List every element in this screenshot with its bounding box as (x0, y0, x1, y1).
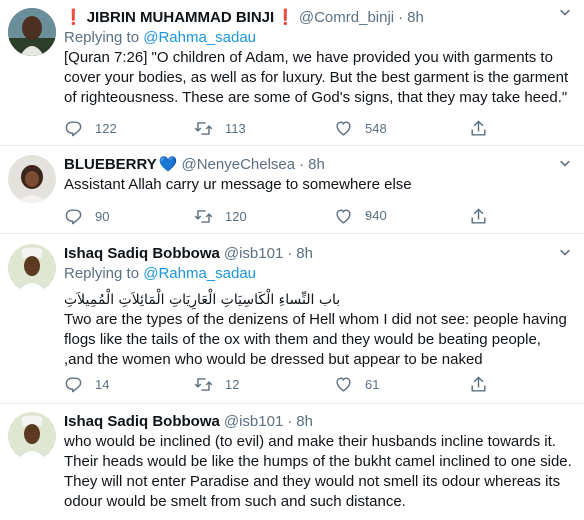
heart-icon (336, 376, 351, 392)
avatar-photo (8, 155, 56, 203)
avatar[interactable] (8, 8, 56, 56)
display-name[interactable]: Ishaq Sadiq Bobbowa (64, 244, 220, 264)
exclamation-icon: ❗ (64, 9, 83, 26)
avatar[interactable] (8, 244, 56, 292)
share-button[interactable] (469, 116, 500, 140)
separator-dot: · (398, 9, 404, 26)
tweet-text-line: ,and the women who would be dressed but … (64, 351, 483, 368)
reply-button[interactable]: 14 (64, 372, 109, 396)
retweet-button[interactable]: 113 (194, 116, 246, 140)
reply-icon (65, 208, 82, 224)
tweet-4[interactable]: Ishaq Sadiq Bobbowa @isb101 · 8h who wou… (0, 404, 584, 520)
separator-dot: · (287, 245, 293, 262)
retweet-button[interactable]: 120 (194, 204, 247, 228)
tweet-text: [Quran 7:26] "O children of Adam, we hav… (64, 48, 574, 108)
avatar[interactable] (8, 155, 56, 203)
tweet-text: who would be inclined (to evil) and make… (64, 432, 574, 512)
timestamp[interactable]: 8h (296, 244, 313, 264)
like-button[interactable]: - 940 (334, 204, 387, 228)
avatar-photo (8, 244, 56, 292)
tweet-header: Ishaq Sadiq Bobbowa @isb101 · 8h (64, 244, 574, 264)
like-button[interactable]: 61 (334, 372, 379, 396)
user-handle[interactable]: @NenyeChelsea (181, 155, 295, 175)
tweet-text-line: cover your bodies, as well as for luxury… (64, 69, 569, 86)
replying-to: Replying to @Rahma_sadau (64, 264, 574, 284)
tweet-text-line: Their heads would be like the humps of t… (64, 453, 572, 470)
tweet-text-line: Two are the types of the denizens of Hel… (64, 311, 567, 328)
retweet-icon (194, 209, 213, 223)
retweet-button[interactable]: 12 (194, 372, 239, 396)
heart-icon (336, 120, 351, 136)
like-count: 548 (365, 120, 387, 136)
tweet-header: BLUEBERRY 💙 @NenyeChelsea · 8h (64, 155, 574, 175)
retweet-count: 12 (225, 376, 240, 392)
user-handle[interactable]: @isb101 (224, 244, 283, 264)
tweet-text-line: who would be inclined (to evil) and make… (64, 433, 556, 450)
retweet-count: 120 (225, 208, 247, 224)
action-bar: 14 12 61 (64, 372, 504, 396)
tweet-text: Two are the types of the denizens of Hel… (64, 310, 574, 370)
tweet-header: ❗ JIBRIN MUHAMMAD BINJI ❗ @Comrd_binji ·… (64, 8, 574, 28)
share-icon (471, 376, 486, 392)
tweet-3[interactable]: Ishaq Sadiq Bobbowa @isb101 · 8h Replyin… (0, 234, 584, 404)
arabic-text: باب النِّساءِ الْكَاسِيَاتِ الْعَارِيَات… (64, 292, 341, 308)
avatar[interactable] (8, 412, 56, 460)
mention-link[interactable]: @Rahma_sadau (143, 265, 256, 282)
retweet-icon (194, 377, 213, 391)
more-caret-icon[interactable] (556, 4, 574, 22)
blue-heart-icon: 💙 (158, 156, 178, 173)
action-bar: 122 113 548 (64, 116, 504, 140)
retweet-icon (194, 121, 213, 135)
avatar-photo (8, 8, 56, 56)
separator-dot: · (299, 156, 305, 173)
like-button[interactable]: 548 (334, 116, 387, 140)
share-icon (471, 120, 486, 136)
like-count-stack: - 940 (365, 207, 387, 223)
reply-icon (65, 376, 82, 392)
mention-link[interactable]: @Rahma_sadau (143, 29, 256, 46)
tweet-text-line: They will not enter Paradise and they wo… (64, 473, 561, 490)
timestamp[interactable]: 8h (296, 412, 313, 432)
reply-count: 14 (95, 376, 110, 392)
reply-button[interactable]: 90 (64, 204, 109, 228)
separator-dot: · (287, 413, 293, 430)
reply-button[interactable]: 122 (64, 116, 117, 140)
tweet-2[interactable]: BLUEBERRY 💙 @NenyeChelsea · 8h Assistant… (0, 146, 584, 234)
timestamp[interactable]: 8h (407, 8, 424, 28)
tweet-text-line: Assistant Allah carry ur message to some… (64, 176, 412, 193)
display-name[interactable]: BLUEBERRY (64, 155, 157, 175)
retweet-count: 113 (225, 120, 246, 136)
replying-to: Replying to @Rahma_sadau (64, 28, 574, 48)
tweet-header: Ishaq Sadiq Bobbowa @isb101 · 8h (64, 412, 574, 432)
reply-icon (65, 120, 82, 136)
replying-to-label: Replying to (64, 265, 140, 282)
share-button[interactable] (469, 204, 500, 228)
display-name[interactable]: JIBRIN MUHAMMAD BINJI (87, 8, 275, 28)
display-name[interactable]: Ishaq Sadiq Bobbowa (64, 412, 220, 432)
avatar-photo (8, 412, 56, 460)
tweet-text-line: of righteousness. These are some of God'… (64, 89, 568, 106)
more-caret-icon[interactable] (556, 155, 574, 173)
tweet-text: Assistant Allah carry ur message to some… (64, 175, 574, 195)
user-handle[interactable]: @isb101 (224, 412, 283, 432)
reply-count: 122 (95, 120, 117, 136)
share-button[interactable] (469, 372, 500, 396)
more-caret-icon[interactable] (556, 244, 574, 262)
timestamp[interactable]: 8h (308, 155, 325, 175)
reply-count: 90 (95, 208, 110, 224)
like-count: 940 (365, 208, 387, 223)
tweet-text-line: odour would be smelt from such and such … (64, 493, 406, 510)
tweet-text-line: [Quran 7:26] "O children of Adam, we hav… (64, 49, 553, 66)
heart-icon (336, 208, 351, 224)
tweet-1[interactable]: ❗ JIBRIN MUHAMMAD BINJI ❗ @Comrd_binji ·… (0, 0, 584, 146)
user-handle[interactable]: @Comrd_binji (299, 8, 394, 28)
like-count: 61 (365, 376, 380, 392)
exclamation-icon: ❗ (276, 9, 295, 26)
replying-to-label: Replying to (64, 29, 140, 46)
share-icon (471, 208, 486, 224)
action-bar: 90 120 - 940 (64, 204, 504, 228)
tweet-text-line: flogs like the tails of the ox with them… (64, 331, 541, 348)
